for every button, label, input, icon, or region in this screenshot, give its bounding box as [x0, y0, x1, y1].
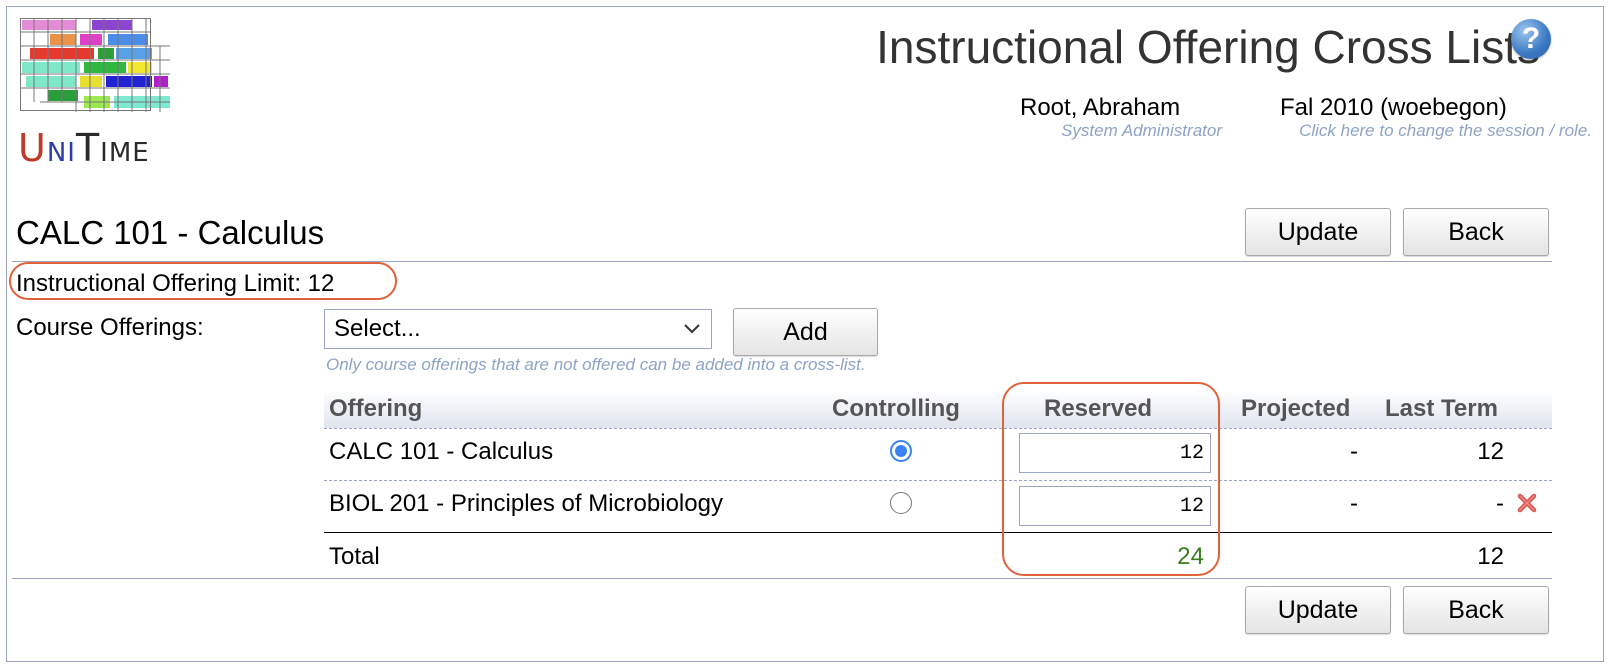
- column-projected: Projected: [1241, 395, 1351, 422]
- last-term-value: 12: [1477, 438, 1504, 465]
- page-title: Instructional Offering Cross Lists: [876, 21, 1540, 73]
- row-dash: [324, 480, 1552, 481]
- course-offerings-label: Course Offerings:: [16, 314, 204, 341]
- total-last-term: 12: [1477, 543, 1504, 570]
- course-offering-select[interactable]: Select...: [324, 309, 712, 349]
- controlling-radio[interactable]: [890, 492, 912, 514]
- delete-icon[interactable]: [1516, 492, 1538, 514]
- projected-value: -: [1350, 438, 1358, 465]
- offering-name: BIOL 201 - Principles of Microbiology: [329, 490, 723, 517]
- add-button[interactable]: Add: [733, 308, 878, 356]
- update-button-top[interactable]: Update: [1245, 208, 1391, 256]
- chevron-down-icon: [684, 324, 700, 334]
- column-offering: Offering: [329, 395, 423, 422]
- offering-name: CALC 101 - Calculus: [329, 438, 554, 465]
- help-icon[interactable]: ?: [1511, 19, 1551, 59]
- user-role: System Administrator: [1061, 121, 1222, 140]
- last-term-value: -: [1496, 490, 1504, 517]
- total-divider: [324, 532, 1552, 533]
- footer-divider: [12, 578, 1552, 579]
- course-title: CALC 101 - Calculus: [16, 214, 325, 251]
- session-name[interactable]: Fal 2010 (woebegon): [1280, 94, 1540, 122]
- user-name: Root, Abraham: [1020, 94, 1181, 121]
- back-button-bottom[interactable]: Back: [1403, 586, 1549, 634]
- update-button-bottom[interactable]: Update: [1245, 586, 1391, 634]
- limit-highlight: [9, 262, 397, 300]
- column-controlling: Controlling: [832, 395, 960, 422]
- change-session-hint[interactable]: Click here to change the session / role.: [1240, 121, 1592, 141]
- course-offerings-hint: Only course offerings that are not offer…: [326, 355, 866, 374]
- select-value: Select...: [334, 315, 421, 342]
- header-dash: [324, 428, 1552, 429]
- reserved-highlight: [1002, 382, 1220, 576]
- total-label: Total: [329, 543, 380, 570]
- projected-value: -: [1350, 490, 1358, 517]
- back-button-top[interactable]: Back: [1403, 208, 1549, 256]
- controlling-radio[interactable]: [890, 440, 912, 462]
- column-last-term: Last Term: [1385, 395, 1498, 422]
- unitime-wordmark: UNITIME: [18, 126, 150, 170]
